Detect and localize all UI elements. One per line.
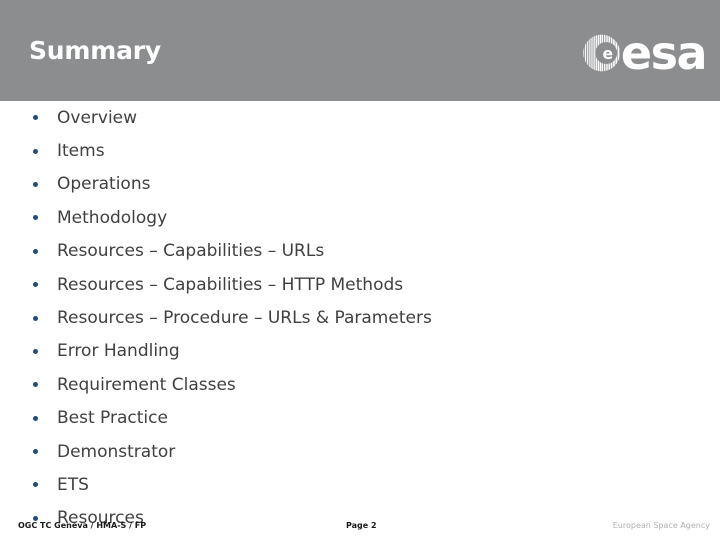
footer-organisation-label: European Space Agency [612, 521, 710, 530]
bullet-dot-icon [33, 148, 38, 154]
page-title: Summary [29, 36, 161, 65]
svg-text:e: e [602, 44, 613, 63]
slide: Summary e esa Overview Items Operations … [0, 0, 720, 540]
esa-globe-emblem: e [583, 34, 620, 72]
list-item: Demonstrator [0, 435, 720, 468]
list-item: Operations [0, 168, 720, 201]
list-item: Error Handling [0, 335, 720, 368]
list-item-label: Error Handling [57, 341, 180, 362]
list-item: Requirement Classes [0, 368, 720, 401]
bullet-dot-icon [33, 215, 38, 221]
bullet-dot-icon [33, 315, 38, 321]
list-item-label: Resources – Procedure – URLs & Parameter… [57, 308, 432, 329]
bullet-dot-icon [33, 482, 38, 488]
footer-page-number: Page 2 [346, 521, 377, 530]
footer-event-label: OGC TC Geneva / HMA-S / FP [18, 521, 147, 530]
list-item-label: Resources – Capabilities – URLs [57, 241, 325, 262]
list-item: Methodology [0, 201, 720, 234]
slide-footer: OGC TC Geneva / HMA-S / FP Page 2 Europe… [0, 518, 720, 540]
list-item-label: Methodology [57, 207, 168, 228]
list-item-label: Operations [57, 174, 151, 195]
esa-logo: e esa [580, 26, 708, 80]
list-item: Overview [0, 101, 720, 134]
list-item-label: Items [57, 141, 105, 162]
list-item-label: Requirement Classes [57, 374, 236, 395]
list-item: Best Practice [0, 402, 720, 435]
list-item: ETS [0, 468, 720, 501]
bullet-dot-icon [33, 248, 38, 254]
esa-wordmark: esa [620, 26, 708, 80]
list-item: Resources – Capabilities – HTTP Methods [0, 268, 720, 301]
list-item: Items [0, 134, 720, 167]
slide-header-band: Summary e esa [0, 0, 720, 101]
summary-bullet-list: Overview Items Operations Methodology Re… [0, 101, 720, 540]
bullet-dot-icon [33, 181, 38, 187]
bullet-dot-icon [33, 382, 38, 388]
list-item-label: ETS [57, 474, 89, 495]
bullet-dot-icon [33, 415, 38, 421]
bullet-dot-icon [33, 115, 38, 121]
list-item-label: Resources – Capabilities – HTTP Methods [57, 274, 404, 295]
list-item-label: Best Practice [57, 408, 168, 429]
bullet-dot-icon [33, 449, 38, 455]
bullet-dot-icon [33, 348, 38, 354]
list-item: Resources – Capabilities – URLs [0, 235, 720, 268]
list-item-label: Overview [57, 107, 138, 128]
list-item: Resources – Procedure – URLs & Parameter… [0, 301, 720, 334]
list-item-label: Demonstrator [57, 441, 176, 462]
bullet-dot-icon [33, 282, 38, 288]
